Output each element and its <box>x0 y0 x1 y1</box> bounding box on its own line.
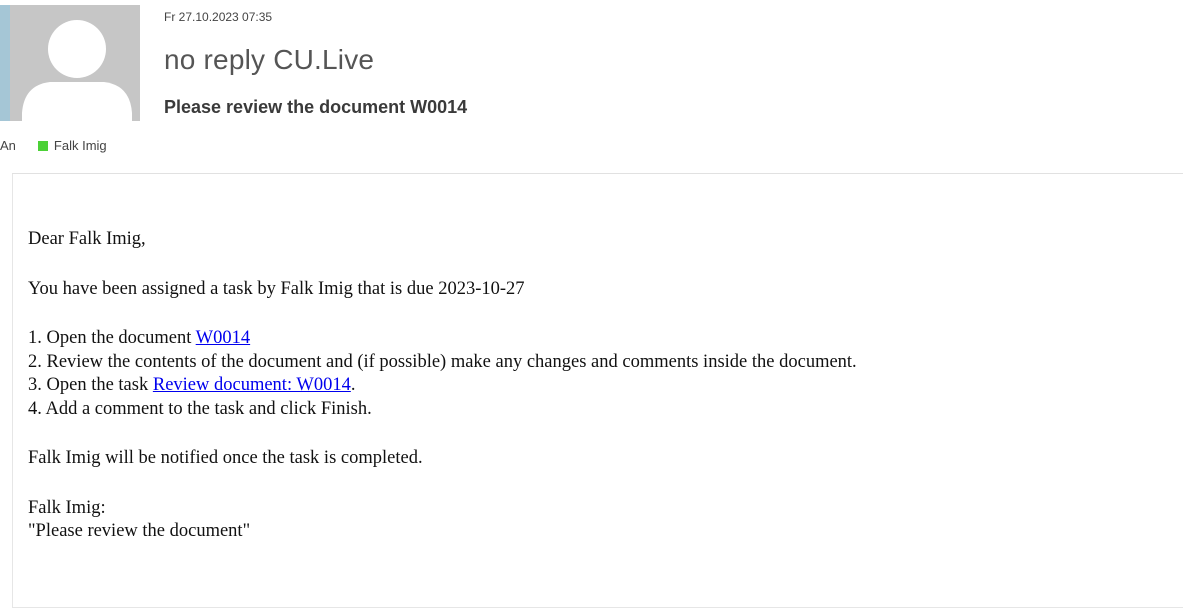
greeting: Dear Falk Imig, <box>28 229 146 249</box>
message-timestamp: Fr 27.10.2023 07:35 <box>164 10 273 24</box>
step-3: 3. Open the task Review document: W0014. <box>28 374 857 398</box>
step-2: 2. Review the contents of the document a… <box>28 351 857 372</box>
to-label: An <box>0 138 16 153</box>
step-1-text: 1. Open the document <box>28 328 196 348</box>
message-subject: Please review the document W0014 <box>164 97 468 117</box>
step-4: 4. Add a comment to the task and click F… <box>28 398 372 419</box>
presence-status-icon <box>37 140 48 151</box>
step-3-suffix: . <box>350 375 356 395</box>
recipient-name[interactable]: Falk Imig <box>54 138 107 153</box>
sender-name[interactable]: no reply CU.Live <box>164 44 374 76</box>
comment-text: "Please review the document" <box>28 521 251 541</box>
task-link[interactable]: Review document: W0014 <box>153 375 351 395</box>
sender-avatar[interactable] <box>0 5 140 121</box>
assignment-text: You have been assigned a task by Falk Im… <box>28 278 525 299</box>
comment-author: Falk Imig: <box>28 497 106 518</box>
step-1: 1. Open the document W0014 <box>28 327 857 351</box>
avatar-accent-stripe <box>0 5 10 121</box>
person-silhouette-icon <box>22 20 132 121</box>
step-3-text: 3. Open the task <box>28 375 153 395</box>
recipients-line: An Falk Imig <box>0 138 107 153</box>
message-body: Dear Falk Imig, You have been assigned a… <box>28 228 857 544</box>
message-header: Fr 27.10.2023 07:35 no reply CU.Live Ple… <box>0 0 1183 172</box>
notification-text: Falk Imig will be notified once the task… <box>28 448 423 468</box>
document-link[interactable]: W0014 <box>196 328 250 348</box>
